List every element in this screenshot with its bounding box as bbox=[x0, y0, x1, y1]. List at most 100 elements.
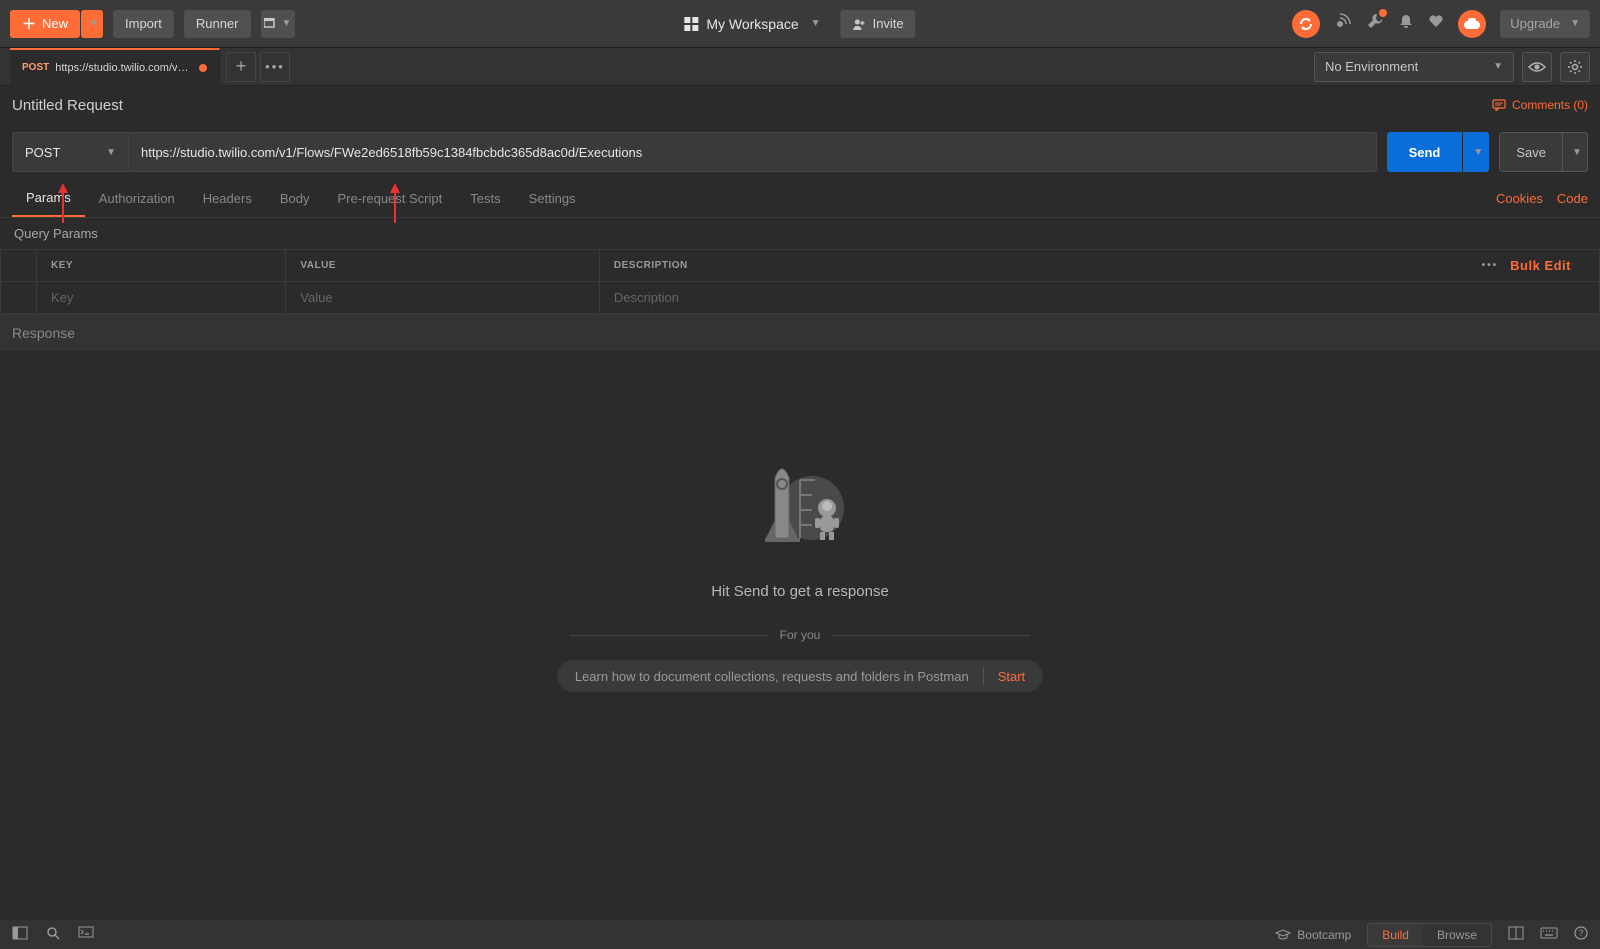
response-header: Response bbox=[0, 314, 1600, 351]
tab-headers[interactable]: Headers bbox=[189, 180, 266, 217]
new-label: New bbox=[42, 16, 68, 31]
table-options-button[interactable]: ••• bbox=[1482, 260, 1499, 271]
request-tabs: Params Authorization Headers Body Pre-re… bbox=[0, 180, 1600, 218]
rocket-illustration bbox=[740, 450, 860, 563]
desc-header: DESCRIPTION ••• Bulk Edit bbox=[599, 250, 1599, 282]
two-pane-icon[interactable] bbox=[1508, 926, 1524, 943]
save-button[interactable]: Save bbox=[1499, 132, 1563, 172]
checkbox-column bbox=[1, 250, 37, 282]
workspace-name: My Workspace bbox=[706, 16, 798, 32]
code-link[interactable]: Code bbox=[1557, 191, 1588, 206]
upgrade-button[interactable]: Upgrade ▼ bbox=[1500, 10, 1590, 38]
bell-icon[interactable] bbox=[1398, 13, 1414, 34]
param-row[interactable]: Key Value Description bbox=[1, 282, 1600, 314]
bulk-edit-link[interactable]: Bulk Edit bbox=[1510, 258, 1571, 273]
cloud-icon bbox=[1463, 18, 1481, 30]
upgrade-label: Upgrade bbox=[1510, 16, 1560, 31]
method-selector[interactable]: POST ▼ bbox=[12, 132, 128, 172]
tab-settings[interactable]: Settings bbox=[515, 180, 590, 217]
tab-prerequest[interactable]: Pre-request Script bbox=[323, 180, 456, 217]
url-input[interactable] bbox=[128, 132, 1377, 172]
satellite-icon[interactable] bbox=[1334, 12, 1352, 35]
suggestion-start-link[interactable]: Start bbox=[998, 669, 1025, 684]
tab-body[interactable]: Body bbox=[266, 180, 324, 217]
query-params-header: Query Params bbox=[0, 218, 1600, 249]
invite-label: Invite bbox=[873, 16, 904, 31]
find-icon[interactable] bbox=[46, 926, 60, 943]
cookies-link[interactable]: Cookies bbox=[1496, 191, 1543, 206]
browse-tab[interactable]: Browse bbox=[1423, 924, 1491, 946]
runner-button[interactable]: Runner bbox=[184, 10, 251, 38]
svg-text:?: ? bbox=[1578, 928, 1583, 938]
caret-down-icon: ▼ bbox=[1473, 147, 1483, 158]
top-toolbar: ＋ New ▼ Import Runner ▼ My Workspace ▼ I… bbox=[0, 0, 1600, 48]
graduation-icon bbox=[1275, 929, 1291, 941]
caret-down-icon: ▼ bbox=[811, 18, 821, 29]
workspace-selector-area: My Workspace ▼ Invite bbox=[684, 10, 915, 38]
console-icon[interactable] bbox=[78, 926, 94, 943]
keyboard-icon[interactable] bbox=[1540, 927, 1558, 942]
workspace-selector[interactable]: My Workspace ▼ bbox=[684, 16, 820, 32]
bottom-bar: Bootcamp Build Browse ? bbox=[0, 919, 1600, 949]
send-button[interactable]: Send bbox=[1387, 132, 1463, 172]
url-bar: POST ▼ Send ▼ Save ▼ bbox=[0, 124, 1600, 180]
environment-quicklook-button[interactable] bbox=[1522, 52, 1552, 82]
value-cell[interactable]: Value bbox=[286, 282, 600, 314]
plus-icon: ＋ bbox=[22, 14, 36, 34]
response-body: Hit Send to get a response For you Learn… bbox=[0, 351, 1600, 791]
caret-down-icon: ▼ bbox=[1570, 18, 1580, 29]
workspace-grid-icon bbox=[684, 17, 698, 31]
environment-selector[interactable]: No Environment ▼ bbox=[1314, 52, 1514, 82]
key-header: KEY bbox=[37, 250, 286, 282]
caret-down-icon: ▼ bbox=[1493, 61, 1503, 72]
new-tab-button[interactable]: + bbox=[226, 52, 256, 82]
new-button-dropdown[interactable]: ▼ bbox=[81, 10, 103, 38]
help-icon[interactable]: ? bbox=[1574, 926, 1588, 943]
bootcamp-link[interactable]: Bootcamp bbox=[1275, 928, 1351, 942]
invite-button[interactable]: Invite bbox=[841, 10, 916, 38]
import-button[interactable]: Import bbox=[113, 10, 174, 38]
settings-button[interactable] bbox=[1560, 52, 1590, 82]
tab-bar: POST https://studio.twilio.com/v1/Fl... … bbox=[0, 48, 1600, 86]
eye-icon bbox=[1528, 61, 1546, 73]
toolbar-right: Upgrade ▼ bbox=[1292, 10, 1590, 38]
for-you-divider: For you bbox=[570, 628, 1030, 642]
response-empty-message: Hit Send to get a response bbox=[711, 583, 889, 600]
divider bbox=[983, 668, 984, 684]
caret-down-icon: ▼ bbox=[89, 18, 99, 29]
suggestion-text: Learn how to document collections, reque… bbox=[575, 669, 969, 684]
tab-authorization[interactable]: Authorization bbox=[85, 180, 189, 217]
sync-icon bbox=[1298, 16, 1314, 32]
tab-params[interactable]: Params bbox=[12, 180, 85, 217]
key-cell[interactable]: Key bbox=[37, 282, 286, 314]
gear-icon bbox=[1567, 59, 1583, 75]
comments-link[interactable]: Comments (0) bbox=[1492, 98, 1588, 112]
tab-bar-right: No Environment ▼ bbox=[1314, 52, 1600, 82]
tab-options-button[interactable]: ••• bbox=[260, 52, 290, 82]
tab-tests[interactable]: Tests bbox=[456, 180, 514, 217]
sidebar-toggle-icon[interactable] bbox=[12, 926, 28, 943]
comment-icon bbox=[1492, 99, 1506, 111]
sync-button[interactable] bbox=[1292, 10, 1320, 38]
unsaved-dot-icon bbox=[199, 64, 207, 72]
comments-label: Comments (0) bbox=[1512, 98, 1588, 112]
suggestion-pill[interactable]: Learn how to document collections, reque… bbox=[557, 660, 1043, 692]
user-avatar[interactable] bbox=[1458, 10, 1486, 38]
caret-down-icon: ▼ bbox=[282, 18, 292, 29]
send-dropdown[interactable]: ▼ bbox=[1463, 132, 1489, 172]
new-button[interactable]: ＋ New bbox=[10, 10, 80, 38]
desc-cell[interactable]: Description bbox=[599, 282, 1599, 314]
window-button[interactable]: ▼ bbox=[261, 10, 295, 38]
request-title-row: Untitled Request Comments (0) bbox=[0, 86, 1600, 124]
method-label: POST bbox=[25, 145, 60, 160]
caret-down-icon: ▼ bbox=[106, 147, 116, 158]
heart-icon[interactable] bbox=[1428, 13, 1444, 34]
wrench-icon[interactable] bbox=[1366, 12, 1384, 35]
query-params-table: KEY VALUE DESCRIPTION ••• Bulk Edit Key … bbox=[0, 249, 1600, 314]
environment-name: No Environment bbox=[1325, 59, 1418, 74]
request-title[interactable]: Untitled Request bbox=[12, 97, 123, 114]
build-tab[interactable]: Build bbox=[1368, 924, 1423, 946]
request-tab[interactable]: POST https://studio.twilio.com/v1/Fl... bbox=[10, 48, 220, 86]
invite-icon bbox=[853, 18, 867, 30]
save-dropdown[interactable]: ▼ bbox=[1562, 132, 1588, 172]
